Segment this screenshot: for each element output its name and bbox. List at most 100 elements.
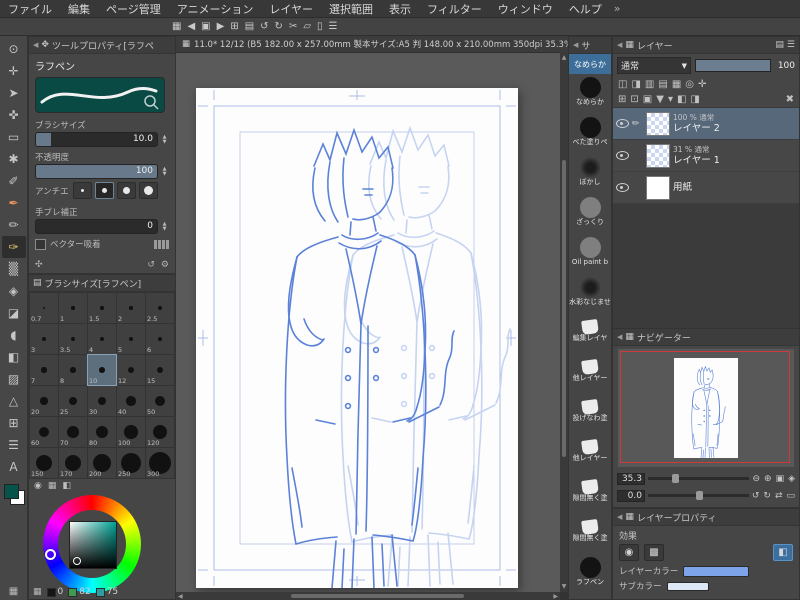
brush-size-200[interactable]: 200 — [88, 448, 116, 478]
brush-size-15[interactable]: 15 — [146, 355, 174, 385]
menu-item-2[interactable]: ページ管理 — [98, 1, 169, 17]
subtool-item-3[interactable]: ぼかし — [569, 154, 611, 194]
subtool-item-13[interactable]: ラフペン — [569, 554, 611, 594]
layer-color-swatch[interactable] — [683, 565, 750, 577]
brush-size-120[interactable]: 120 — [146, 417, 174, 447]
cut-icon[interactable]: ✂ — [289, 21, 297, 32]
lock-transparent-pixels-icon[interactable]: ▦ — [672, 79, 681, 90]
brush-size-slider[interactable]: 10.0 — [35, 132, 158, 147]
color-swatches[interactable] — [3, 484, 25, 506]
subtool-item-4[interactable]: ざっくり — [569, 194, 611, 234]
brush-stroke-preview[interactable] — [35, 77, 165, 113]
collapse-icon[interactable]: ◀ — [617, 333, 622, 341]
merge-with-lower-layer-icon[interactable]: ▾ — [668, 94, 673, 105]
tool-brush[interactable]: ✑ — [1, 236, 26, 258]
layer-opacity-slider[interactable] — [695, 59, 771, 72]
tool-selection[interactable]: ▭ — [2, 126, 26, 148]
canvas-area[interactable]: ▦ 11.0* 12/12 (B5 182.00 x 257.00mm 製本サイ… — [176, 36, 568, 600]
new-raster-layer-icon[interactable]: ⊞ — [618, 94, 626, 105]
layer-search-tab-icon[interactable]: ▤ — [775, 40, 784, 50]
color-grid-icon[interactable]: ▦ — [33, 587, 42, 597]
layer-row-0[interactable]: ✏ 100 % 通常 レイヤー 2 — [613, 108, 799, 140]
lock-layer-icon[interactable]: ▤ — [658, 79, 667, 90]
brush-size-12[interactable]: 12 — [117, 355, 145, 385]
horizontal-scrollbar[interactable]: ◀ ▶ — [176, 592, 560, 600]
opacity-slider[interactable]: 100 — [35, 164, 158, 179]
enable-mask-icon[interactable]: ◎ — [685, 79, 694, 90]
transfer-to-lower-layer-icon[interactable]: ▼ — [656, 94, 664, 105]
brush-size-6[interactable]: 6 — [146, 324, 174, 354]
scroll-down-icon[interactable]: ▼ — [562, 583, 567, 590]
anti-alias-option-1[interactable] — [94, 182, 114, 199]
brush-size-10[interactable]: 10 — [87, 354, 117, 386]
navigator-view-frame[interactable] — [620, 351, 790, 463]
brush-size-25[interactable]: 25 — [59, 386, 87, 416]
brush-size-70[interactable]: 70 — [59, 417, 87, 447]
layer-row-1[interactable]: 31 % 通常 レイヤー 1 — [613, 140, 799, 172]
panel-menu-icon[interactable]: ☰ — [787, 40, 795, 50]
reset-rotation-icon[interactable]: ▭ — [786, 491, 795, 501]
brush-size-3-5[interactable]: 3.5 — [59, 324, 87, 354]
navigator-zoom-slider[interactable] — [648, 474, 750, 483]
navigator-rotation-slider[interactable] — [648, 491, 749, 500]
tool-airbrush[interactable]: ▒ — [2, 258, 26, 280]
subtool-item-5[interactable]: Oil paint b — [569, 234, 611, 274]
tool-decoration[interactable]: ◈ — [2, 280, 26, 302]
blend-mode-select[interactable]: 通常 ▼ — [617, 57, 691, 74]
new-vector-layer-icon[interactable]: ⊡ — [630, 94, 638, 105]
anti-alias-option-0[interactable] — [72, 182, 92, 199]
layer-thumbnail[interactable] — [646, 111, 670, 136]
clip-to-layer-below-icon[interactable]: ◫ — [618, 79, 627, 90]
h-scroll-thumb[interactable] — [291, 594, 464, 598]
tool-blend[interactable]: ◖ — [2, 324, 26, 346]
paste-icon[interactable]: ▯ — [317, 21, 323, 32]
new-canvas-icon[interactable]: ⊞ — [230, 21, 238, 32]
menu-item-3[interactable]: アニメーション — [169, 1, 262, 17]
draft-layer-icon[interactable]: ▥ — [645, 79, 654, 90]
workspace-grid-icon[interactable]: ▦ — [172, 21, 181, 32]
fit-to-window-icon[interactable]: ▣ — [776, 474, 785, 484]
color-mixer-tab-icon[interactable]: ◧ — [62, 481, 71, 491]
collapse-icon[interactable]: ◀ — [573, 41, 578, 49]
register-settings-icon[interactable]: ✣ — [35, 260, 43, 270]
redo-icon[interactable]: ↻ — [275, 21, 283, 32]
brush-size-40[interactable]: 40 — [117, 386, 145, 416]
menu-item-1[interactable]: 編集 — [60, 1, 98, 17]
subtool-item-9[interactable]: 投げなわ塗 — [569, 394, 611, 434]
subtool-item-0[interactable]: なめらか — [569, 54, 611, 74]
color-set-tab-icon[interactable]: ▦ — [48, 481, 57, 491]
tool-text[interactable]: A — [2, 456, 26, 478]
brush-size-0-7[interactable]: 0.7 — [30, 293, 58, 323]
rotate-right-icon[interactable]: ↻ — [763, 491, 771, 501]
brush-size-300[interactable]: 300 — [146, 448, 174, 478]
brush-size-5[interactable]: 5 — [117, 324, 145, 354]
tool-fill[interactable]: ◧ — [2, 346, 26, 368]
tool-ruler[interactable]: ☰ — [2, 434, 26, 456]
create-layer-mask-icon[interactable]: ◧ — [677, 94, 686, 105]
border-effect-button[interactable]: ◉ — [619, 544, 639, 561]
reset-settings-icon[interactable]: ↺ — [147, 260, 155, 270]
menu-item-4[interactable]: レイヤー — [261, 1, 321, 17]
tool-eraser[interactable]: ◪ — [2, 302, 26, 324]
brush-size-100[interactable]: 100 — [117, 417, 145, 447]
brush-size-2[interactable]: 2 — [117, 293, 145, 323]
subtool-item-1[interactable]: なめらか — [569, 74, 611, 114]
zoom-in-icon[interactable]: ⊕ — [764, 474, 772, 484]
tool-move[interactable]: ✛ — [2, 60, 26, 82]
layer-row-2[interactable]: 用紙 — [613, 172, 799, 204]
brush-size-3[interactable]: 3 — [30, 324, 58, 354]
layer-thumbnail[interactable] — [646, 175, 670, 200]
save-icon[interactable]: ▤ — [245, 21, 254, 32]
subtool-item-2[interactable]: べた塗りペ — [569, 114, 611, 154]
brush-size-8[interactable]: 8 — [59, 355, 87, 385]
brush-size-stepper[interactable]: ▲ ▼ — [160, 134, 169, 145]
menu-overflow-icon[interactable]: » — [614, 2, 621, 15]
tool-settings-icon[interactable]: ⚙ — [161, 260, 169, 270]
layer-visibility-icon[interactable] — [616, 183, 629, 192]
subtool-item-11[interactable]: 隙間無く塗 — [569, 474, 611, 514]
reference-layer-icon[interactable]: ◨ — [631, 79, 640, 90]
drawing-page[interactable] — [196, 88, 518, 588]
v-scroll-thumb[interactable] — [562, 160, 566, 457]
anti-alias-option-2[interactable] — [116, 182, 136, 199]
brush-size-1-5[interactable]: 1.5 — [88, 293, 116, 323]
